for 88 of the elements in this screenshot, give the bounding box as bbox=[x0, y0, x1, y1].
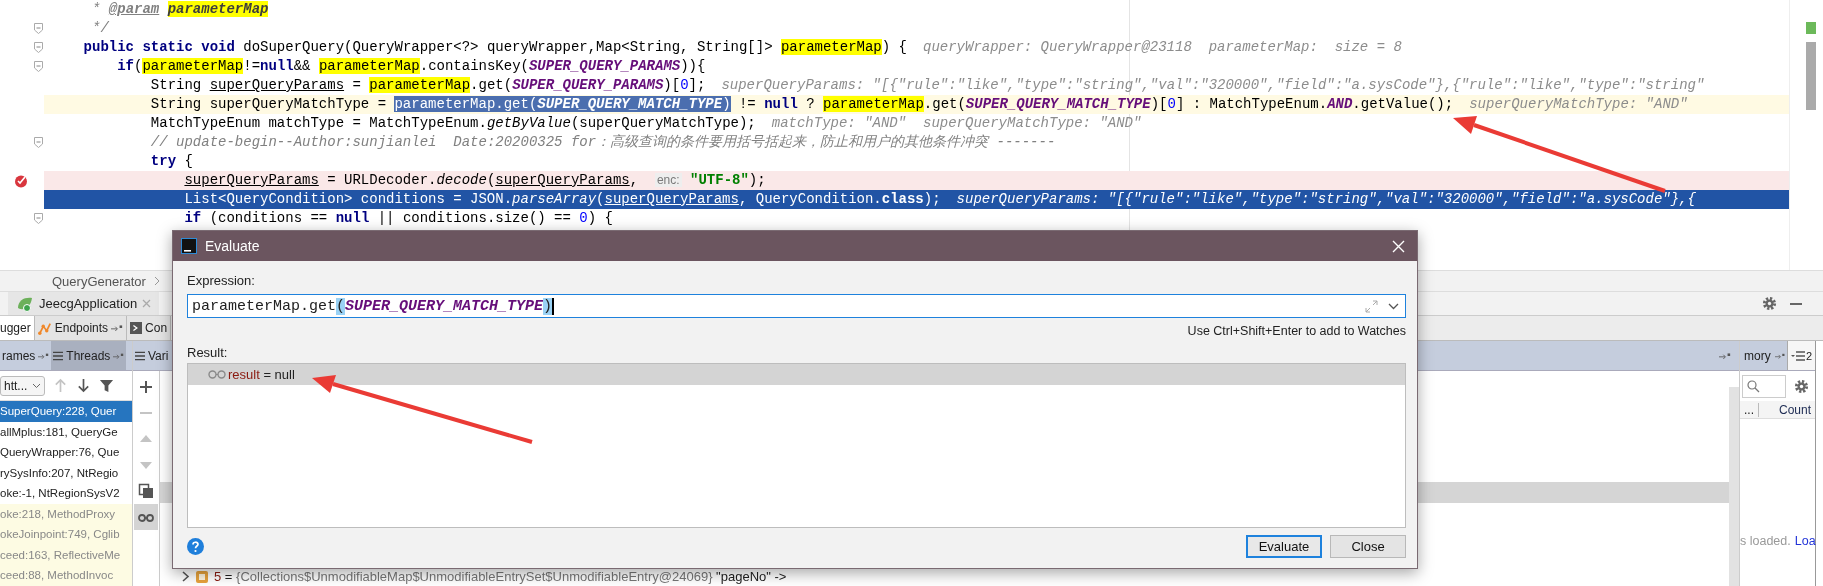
fold-marker-icon[interactable] bbox=[34, 61, 43, 72]
expression-text: parameterMap.get bbox=[192, 297, 337, 315]
stack-frame[interactable]: oke:-1, NtRegionSysV2 bbox=[0, 483, 132, 504]
stack-frame[interactable]: okeJoinpoint:749, Cglib bbox=[0, 524, 132, 545]
stack-frame[interactable]: QueryWrapper:76, Que bbox=[0, 442, 132, 463]
debugger-tab[interactable]: Con bbox=[127, 316, 172, 340]
endpoints-icon bbox=[37, 321, 52, 335]
matched-brace: ) bbox=[543, 297, 553, 315]
breadcrumb-item[interactable]: QueryGenerator bbox=[52, 273, 146, 289]
stack-frame[interactable]: SuperQuery:228, Quer bbox=[0, 401, 132, 422]
glasses-icon bbox=[208, 370, 226, 379]
pin-icon[interactable] bbox=[111, 324, 124, 332]
breakpoint-icon[interactable] bbox=[14, 173, 28, 188]
pin-icon[interactable] bbox=[113, 351, 125, 360]
variable-value: 5 = {Collections$UnmodifiableMap$UnmodifiableEntrySet$UnmodifiableEntry@24069} "pageNo" -> bbox=[214, 569, 787, 584]
shortcut-hint: Use Ctrl+Shift+Enter to add to Watches bbox=[1187, 324, 1406, 338]
status-text: s loaded. bbox=[1740, 534, 1791, 548]
panel-tab[interactable]: Threads bbox=[51, 341, 127, 370]
inline-value-hint: superQueryMatchType: "AND" bbox=[1469, 95, 1688, 114]
code-line: MatchTypeEnum matchType = MatchTypeEnum.getByValue(superQueryMatchType); bbox=[149, 114, 756, 133]
code-line: if (conditions == null || conditions.size() == 0) { bbox=[183, 209, 613, 228]
run-tab[interactable]: JeecgApplication bbox=[8, 292, 160, 315]
thread-dropdown[interactable]: htt... bbox=[0, 375, 46, 396]
app-logo-icon bbox=[181, 238, 197, 254]
scrollbar[interactable] bbox=[1729, 387, 1739, 586]
code-line: try { bbox=[149, 152, 193, 171]
fold-marker-icon[interactable] bbox=[34, 213, 43, 224]
column-header[interactable]: ... bbox=[1740, 402, 1759, 417]
settings-icon[interactable] bbox=[1794, 378, 1809, 394]
field-icon bbox=[196, 570, 208, 583]
inline-value-hint: superQueryParams: "[{"rule":"like","type":"string","val":"320000","field":"a.sysCode"},{ bbox=[956, 190, 1696, 209]
code-line: List<QueryCondition> conditions = JSON.parseArray(superQueryParams, QueryCondition.class); bbox=[183, 190, 941, 209]
code-line: // update-begin--Author:sunjianlei Date:20200325 for：高级查询的条件要用括号括起来，防止和用户的其他条件冲突 ------- bbox=[149, 133, 1056, 152]
code-line: public static void doSuperQuery(QueryWrapper<?> queryWrapper,Map<String, String[]> parameterMap) { bbox=[82, 38, 907, 57]
glasses-icon[interactable] bbox=[134, 504, 158, 530]
column-header[interactable]: Count bbox=[1778, 402, 1815, 417]
result-row[interactable]: result = null bbox=[188, 364, 1405, 385]
expression-field[interactable]: parameterMap.get(SUPER_QUERY_MATCH_TYPE) bbox=[187, 294, 1406, 318]
pin-icon[interactable] bbox=[1719, 351, 1731, 360]
panel-tab[interactable]: rames bbox=[0, 341, 52, 370]
chevron-down-icon[interactable] bbox=[1388, 302, 1399, 310]
list-icon bbox=[1790, 350, 1805, 361]
list-icon bbox=[53, 350, 64, 361]
dialog-title: Evaluate bbox=[205, 238, 260, 254]
variable-row[interactable]: 5 = {Collections$UnmodifiableMap$UnmodifiableEntrySet$UnmodifiableEntry@24069} "pageNo" -> bbox=[160, 566, 1729, 586]
inline-value-hint: superQueryParams: "[{"rule":"like","type":"string","val":"320000","field":"a.sysCode"},{"rule":"like","type":"string" bbox=[721, 76, 1705, 95]
field-label: Result: bbox=[187, 345, 228, 360]
pin-icon[interactable] bbox=[38, 351, 50, 360]
stack-frame[interactable]: ceed:163, ReflectiveMe bbox=[0, 544, 132, 565]
code-line: String superQueryMatchType = parameterMap.get(SUPER_QUERY_MATCH_TYPE) != null ? parameterMap.get(SUPER_QUERY_MATCH_TYPE)[0] : MatchTypeEnum.AND.getValue(); bbox=[149, 95, 1454, 114]
fold-marker-icon[interactable] bbox=[34, 23, 43, 34]
pin-icon[interactable] bbox=[1774, 351, 1785, 360]
code-line: String superQueryParams = parameterMap.get(SUPER_QUERY_PARAMS)[0]; bbox=[149, 76, 706, 95]
code-line: if(parameterMap!=null&& parameterMap.containsKey(SUPER_QUERY_PARAMS)){ bbox=[116, 57, 706, 76]
debugger-tab[interactable]: Endpoints bbox=[34, 316, 128, 340]
search-field[interactable] bbox=[1742, 374, 1786, 398]
fold-marker-icon[interactable] bbox=[34, 137, 43, 148]
panel-tab[interactable]: mory bbox=[1742, 341, 1773, 370]
field-label: Expression: bbox=[187, 273, 255, 288]
stack-frame[interactable]: allMplus:181, QueryGe bbox=[0, 421, 132, 442]
list-icon bbox=[135, 350, 145, 361]
dialog-button[interactable]: Evaluate bbox=[1246, 534, 1322, 558]
result-value: result = null bbox=[228, 367, 295, 382]
fold-marker-icon[interactable] bbox=[34, 42, 43, 53]
code-line: */ bbox=[91, 19, 109, 38]
matched-brace: ( bbox=[336, 297, 346, 315]
leaf-icon bbox=[16, 295, 34, 312]
chevron-right-icon[interactable] bbox=[182, 571, 190, 582]
panel-tab[interactable]: Vari bbox=[133, 341, 171, 370]
view-options-button[interactable]: 2 bbox=[1786, 341, 1815, 370]
chevron-right-icon bbox=[153, 276, 160, 286]
inline-value-hint: queryWrapper: QueryWrapper@23118 parameterMap: size = 8 bbox=[923, 38, 1402, 57]
filter-icon[interactable] bbox=[99, 378, 115, 393]
load-link[interactable]: Loa bbox=[1794, 534, 1816, 548]
debugger-tab[interactable]: ugger bbox=[0, 316, 35, 340]
help-icon[interactable] bbox=[187, 537, 204, 555]
chevron-down-icon bbox=[32, 382, 42, 389]
console-icon bbox=[130, 322, 143, 334]
search-icon bbox=[1747, 379, 1760, 393]
stack-frame[interactable]: oke:218, MethodProxy bbox=[0, 503, 132, 524]
code-line: superQueryParams = URLDecoder.decode(superQueryParams, enc: "UTF-8"); bbox=[183, 171, 766, 190]
inline-value-hint: matchType: "AND" superQueryMatchType: "AND" bbox=[771, 114, 1142, 133]
expression-text: SUPER_QUERY_MATCH_TYPE bbox=[345, 297, 544, 315]
stack-frame[interactable]: rySysInfo:207, NtRegio bbox=[0, 462, 132, 483]
stack-frame[interactable]: ceed:88, MethodInvoc bbox=[0, 565, 132, 586]
dialog-button[interactable]: Close bbox=[1330, 534, 1406, 558]
settings-icon[interactable] bbox=[1762, 296, 1777, 311]
expand-icon[interactable] bbox=[1365, 299, 1378, 313]
